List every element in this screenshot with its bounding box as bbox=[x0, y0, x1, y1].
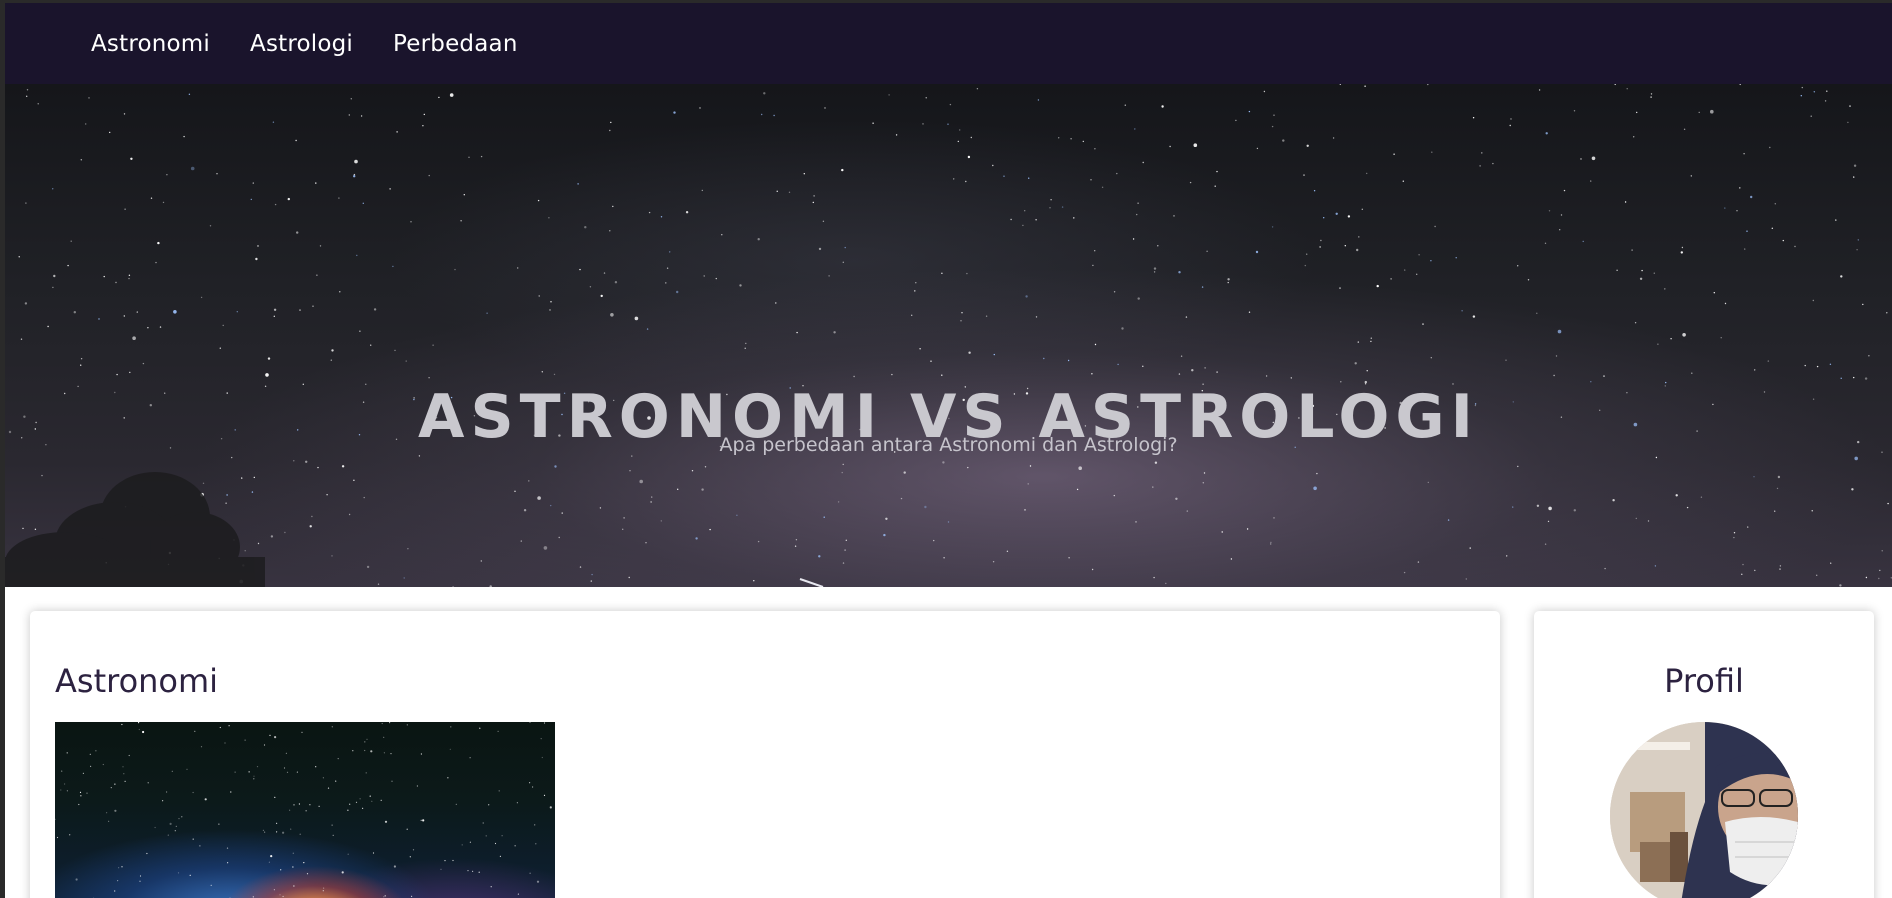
profile-photo-icon bbox=[1610, 722, 1798, 898]
hero-subtitle: Apa perbedaan antara Astronomi dan Astro… bbox=[719, 434, 1178, 456]
profile-card: Profil bbox=[1534, 611, 1874, 898]
page-frame: Astronomi Astrologi Perbedaan ASTRONOMI … bbox=[5, 3, 1892, 898]
milky-way-image bbox=[55, 722, 555, 898]
article-card: Astronomi bbox=[30, 611, 1500, 898]
hero-banner: ASTRONOMI VS ASTROLOGI Apa perbedaan ant… bbox=[5, 84, 1892, 587]
starfield-background bbox=[8, 84, 1892, 587]
avatar bbox=[1610, 722, 1798, 898]
image-stars bbox=[55, 722, 552, 898]
nav-link-perbedaan[interactable]: Perbedaan bbox=[393, 31, 518, 57]
article-heading: Astronomi bbox=[55, 662, 219, 700]
tree-silhouette bbox=[5, 472, 265, 587]
nav-link-astrologi[interactable]: Astrologi bbox=[250, 31, 353, 57]
nav-link-astronomi[interactable]: Astronomi bbox=[91, 31, 210, 57]
top-navbar: Astronomi Astrologi Perbedaan bbox=[5, 3, 1892, 84]
profile-heading: Profil bbox=[1664, 662, 1744, 700]
